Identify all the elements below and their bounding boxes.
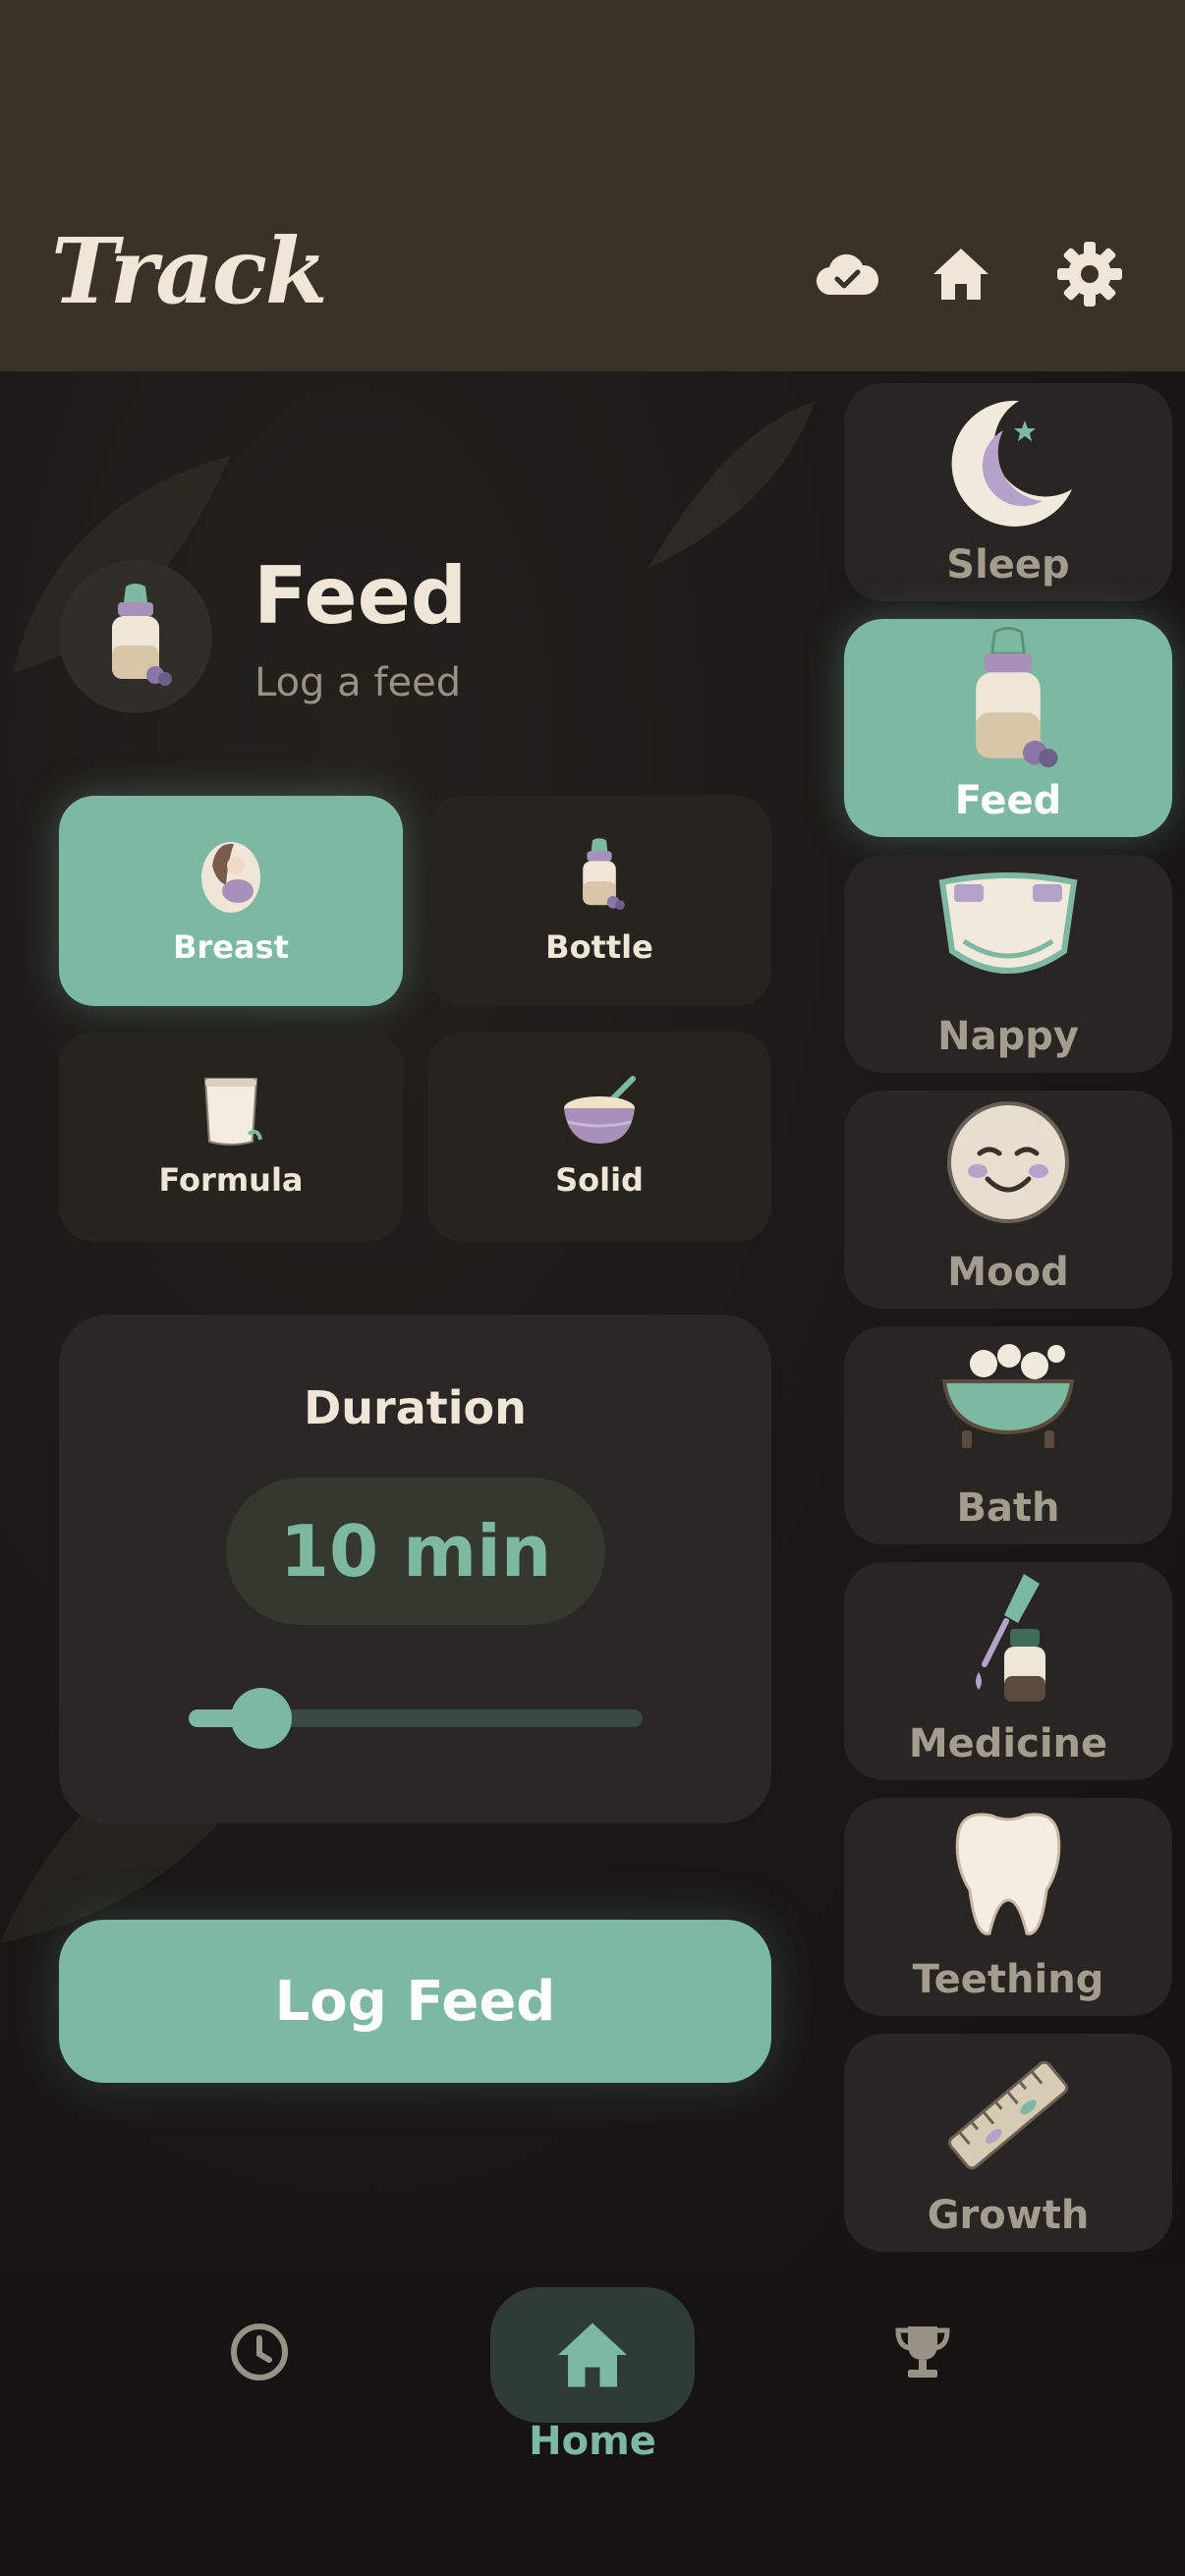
- feed-type-label: Breast: [173, 928, 289, 966]
- category-feed-button[interactable]: Feed: [844, 619, 1172, 837]
- dropper-bottle-icon: [976, 1574, 1045, 1702]
- category-label: Sleep: [946, 542, 1070, 588]
- ruler-icon: [947, 2060, 1069, 2170]
- trophy-icon: [895, 2326, 950, 2378]
- nav-home-button[interactable]: [490, 2287, 695, 2423]
- category-medicine-button[interactable]: Medicine: [844, 1562, 1172, 1780]
- category-sleep-button[interactable]: Sleep: [844, 383, 1172, 601]
- duration-label: Duration: [304, 1381, 527, 1434]
- clock-icon: [231, 2324, 288, 2380]
- app-title: Track: [51, 218, 328, 324]
- category-label: Nappy: [937, 1014, 1079, 1059]
- breastfeeding-icon: [201, 842, 260, 913]
- bowl-icon: [564, 1076, 636, 1144]
- category-label: Feed: [954, 778, 1062, 823]
- category-teething-button[interactable]: Teething: [844, 1798, 1172, 2016]
- category-nappy-button[interactable]: Nappy: [844, 855, 1172, 1073]
- feed-type-label: Bottle: [545, 928, 653, 966]
- nav-history-button[interactable]: [228, 2321, 291, 2383]
- home-icon: [558, 2323, 627, 2387]
- category-label: Mood: [947, 1250, 1069, 1295]
- nappy-icon: [938, 872, 1078, 974]
- smiley-face-icon: [947, 1101, 1069, 1223]
- tooth-icon: [955, 1813, 1061, 1935]
- duration-card: Duration 10 min: [59, 1315, 771, 1823]
- category-label: Medicine: [908, 1721, 1108, 1766]
- category-mood-button[interactable]: Mood: [844, 1091, 1172, 1309]
- feed-avatar: [59, 560, 212, 713]
- feed-type-solid-button[interactable]: Solid: [427, 1032, 771, 1242]
- bottle-icon: [583, 838, 625, 910]
- gear-icon[interactable]: [1054, 239, 1125, 309]
- feed-type-breast-button[interactable]: Breast: [59, 796, 403, 1006]
- log-feed-button[interactable]: Log Feed: [59, 1920, 771, 2083]
- nav-achievements-button[interactable]: [894, 2323, 951, 2381]
- category-bath-button[interactable]: Bath: [844, 1326, 1172, 1544]
- category-label: Growth: [927, 2193, 1090, 2238]
- duration-slider[interactable]: [189, 1688, 643, 1749]
- home-icon[interactable]: [926, 239, 996, 309]
- formula-glass-icon: [203, 1078, 262, 1146]
- moon-icon: [951, 400, 1072, 527]
- cloud-check-icon[interactable]: [812, 239, 882, 309]
- category-label: Bath: [956, 1485, 1060, 1531]
- page-title: Feed: [254, 550, 468, 642]
- category-label: Teething: [912, 1957, 1104, 2002]
- feed-type-formula-button[interactable]: Formula: [59, 1032, 403, 1242]
- feed-type-label: Solid: [555, 1161, 644, 1199]
- duration-slider-thumb[interactable]: [230, 1688, 292, 1749]
- page-subtitle: Log a feed: [254, 660, 462, 705]
- bathtub-icon: [941, 1344, 1075, 1448]
- bottle-icon: [112, 584, 172, 686]
- nav-home-label: Home: [529, 2419, 656, 2464]
- top-bar: Track: [0, 0, 1185, 371]
- leaf-decoration-icon: [649, 401, 816, 568]
- category-growth-button[interactable]: Growth: [844, 2034, 1172, 2252]
- duration-value: 10 min: [226, 1478, 605, 1625]
- feed-type-bottle-button[interactable]: Bottle: [427, 796, 771, 1006]
- app-root: Track Feed Log a feed Breast Bottle Form…: [0, 0, 1185, 2576]
- feed-type-label: Formula: [158, 1161, 304, 1199]
- bottle-icon: [976, 627, 1058, 768]
